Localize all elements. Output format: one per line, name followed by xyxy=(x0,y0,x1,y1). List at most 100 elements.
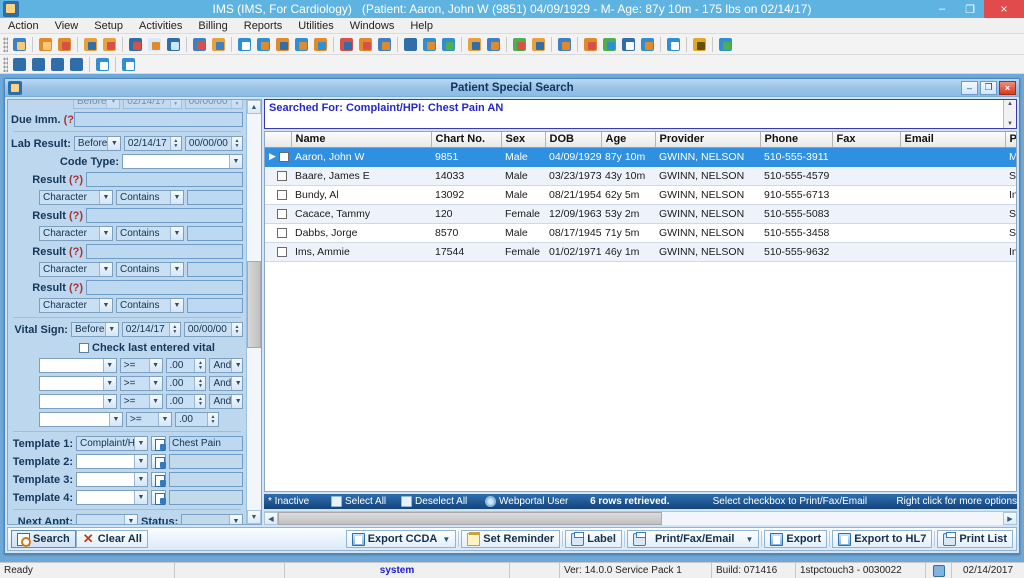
payment-icon[interactable] xyxy=(255,36,272,53)
table-row[interactable]: Bundy, Al 13092 Male 08/21/1954 62y 5m GWINN,… xyxy=(265,185,1016,205)
menu-windows[interactable]: Windows xyxy=(342,18,403,34)
inner-minimize-button[interactable]: – xyxy=(961,80,978,95)
result-input-4[interactable] xyxy=(86,280,243,295)
scroll-up-icon[interactable]: ▲ xyxy=(1007,101,1013,107)
row-select-cell[interactable] xyxy=(265,185,291,205)
result-type-select-1[interactable]: Character ▼ xyxy=(39,190,113,205)
print-list-button[interactable]: Print List xyxy=(937,530,1013,548)
row-checkbox[interactable] xyxy=(277,208,287,219)
clipped-date2-field[interactable]: 00/00/00 ▲▼ xyxy=(184,100,244,109)
spinner-icon[interactable]: ▲▼ xyxy=(231,323,242,336)
emr-note-icon[interactable] xyxy=(191,36,208,53)
table-row[interactable]: Dabbs, Jorge 8570 Male 08/17/1945 71y 5m GWIN… xyxy=(265,223,1016,243)
vital-name-select-2[interactable]: ▼ xyxy=(39,376,117,391)
vital-op-select-3[interactable]: >= ▼ xyxy=(119,394,163,409)
toolbar-grip-2[interactable] xyxy=(3,56,8,72)
shield-icon[interactable] xyxy=(165,36,182,53)
scroll-down-icon[interactable]: ▼ xyxy=(1007,121,1013,127)
remittance-icon[interactable] xyxy=(312,36,329,53)
lab-result-date1-field[interactable]: 02/14/17 ▲ ▼ xyxy=(123,136,182,151)
open-chart-icon[interactable] xyxy=(82,36,99,53)
criteria-scroll-track[interactable] xyxy=(247,114,261,510)
searched-for-scrollbar[interactable]: ▲ ▼ xyxy=(1003,100,1016,128)
clipped-date1-field[interactable]: 02/14/17 ▲▼ xyxy=(123,100,182,109)
table-row[interactable]: ▶ Aaron, John W 9851 Male 04/09/1929 87y 10m G… xyxy=(265,147,1016,167)
clipped-when-select[interactable]: Before ▼ xyxy=(73,100,121,109)
row-checkbox[interactable] xyxy=(277,170,287,181)
template-select-1[interactable]: Complaint/HPI▼ xyxy=(76,436,148,451)
menu-action[interactable]: Action xyxy=(0,18,47,34)
vital-when-select[interactable]: Before ▼ xyxy=(70,322,119,337)
clear-all-button[interactable]: ✕ Clear All xyxy=(75,530,148,548)
hscroll-thumb[interactable] xyxy=(278,512,663,525)
previous-record-icon[interactable] xyxy=(30,56,47,73)
due-imm-input[interactable] xyxy=(74,112,243,127)
lab-flask-icon[interactable] xyxy=(146,36,163,53)
column-header-patie[interactable]: Patie xyxy=(1005,132,1016,148)
result-op-select-2[interactable]: Contains ▼ xyxy=(116,226,184,241)
vital-op-select-4[interactable]: >= ▼ xyxy=(126,412,172,427)
column-header-name[interactable]: Name xyxy=(291,132,432,148)
result-type-select-4[interactable]: Character ▼ xyxy=(39,298,113,313)
template-text-1[interactable]: Chest Pain xyxy=(169,436,243,451)
check-last-vital-row[interactable]: Check last entered vital xyxy=(11,339,243,356)
template-select-4[interactable]: ▼ xyxy=(76,490,148,505)
deselect-all-action[interactable]: Deselect All xyxy=(401,496,485,507)
label-button[interactable]: Label xyxy=(565,530,622,548)
cancel-icon[interactable] xyxy=(120,56,137,73)
vital-value-field-1[interactable]: .00 ▲ ▼ xyxy=(165,358,207,373)
patient-edit-icon[interactable] xyxy=(56,36,73,53)
result-op-select-1[interactable]: Contains ▼ xyxy=(116,190,184,205)
template-picker-button-2[interactable] xyxy=(151,454,166,469)
scroll-up-icon[interactable]: ▲ xyxy=(247,100,261,114)
search-button[interactable]: Search xyxy=(11,530,76,548)
spinner-icon[interactable]: ▲▼ xyxy=(231,137,242,150)
report-search-icon[interactable] xyxy=(485,36,502,53)
row-select-cell[interactable] xyxy=(265,242,291,262)
scheduler-icon[interactable] xyxy=(338,36,355,53)
exit-icon[interactable] xyxy=(717,36,734,53)
column-header-fax[interactable]: Fax xyxy=(832,132,901,148)
column-header-mark[interactable] xyxy=(265,132,292,148)
claims-icon[interactable] xyxy=(274,36,291,53)
export-button[interactable]: Export xyxy=(764,530,828,548)
spinner-icon[interactable]: ▲▼ xyxy=(207,413,218,426)
row-checkbox[interactable] xyxy=(278,151,289,162)
row-select-cell[interactable] xyxy=(265,166,291,186)
export-ccda-button[interactable]: Export CCDA ▼ xyxy=(345,530,457,548)
result-input-1[interactable] xyxy=(86,172,243,187)
result-text-input-2[interactable] xyxy=(187,226,243,241)
chevron-down-icon-2[interactable]: ▼ xyxy=(745,535,753,544)
row-select-cell[interactable] xyxy=(265,223,291,243)
column-header-provider[interactable]: Provider xyxy=(655,132,761,148)
menu-billing[interactable]: Billing xyxy=(190,18,235,34)
result-text-input-4[interactable] xyxy=(187,298,243,313)
spinner-icon[interactable]: ▲▼ xyxy=(169,137,181,150)
menu-view[interactable]: View xyxy=(47,18,87,34)
template-select-3[interactable]: ▼ xyxy=(76,472,148,487)
vital-name-select-1[interactable]: ▼ xyxy=(39,358,117,373)
result-op-select-4[interactable]: Contains ▼ xyxy=(116,298,184,313)
table-row[interactable]: Cacace, Tammy 120 Female 12/09/1963 53y 2m GW… xyxy=(265,204,1016,224)
refresh-globe-icon[interactable] xyxy=(421,36,438,53)
minimize-button[interactable]: – xyxy=(928,0,956,18)
row-checkbox[interactable] xyxy=(277,246,287,257)
status-user-icon-cell[interactable] xyxy=(926,563,952,578)
template-text-4[interactable] xyxy=(169,490,243,505)
reports-icon[interactable] xyxy=(466,36,483,53)
spinner-icon[interactable]: ▲▼ xyxy=(194,359,206,372)
lab-result-date2-field[interactable]: 00/00/00 ▲ ▼ xyxy=(184,136,243,151)
result-op-select-3[interactable]: Contains ▼ xyxy=(116,262,184,277)
code-type-select[interactable]: ▼ xyxy=(122,154,243,169)
print-fax-email-button[interactable]: Print/Fax/Email ▼ xyxy=(626,530,760,548)
column-header-chart[interactable]: Chart No. xyxy=(431,132,502,148)
prescription-icon[interactable] xyxy=(127,36,144,53)
appointment-icon[interactable] xyxy=(357,36,374,53)
result-type-select-3[interactable]: Character ▼ xyxy=(39,262,113,277)
criteria-vertical-scrollbar[interactable]: ▲ ▼ xyxy=(246,100,261,524)
edit-note-icon[interactable] xyxy=(101,36,118,53)
patient-add-icon[interactable] xyxy=(37,36,54,53)
back-arrow-icon[interactable] xyxy=(402,36,419,53)
result-text-input-3[interactable] xyxy=(187,262,243,277)
lab-result-when-select[interactable]: Before ▼ xyxy=(73,136,121,151)
